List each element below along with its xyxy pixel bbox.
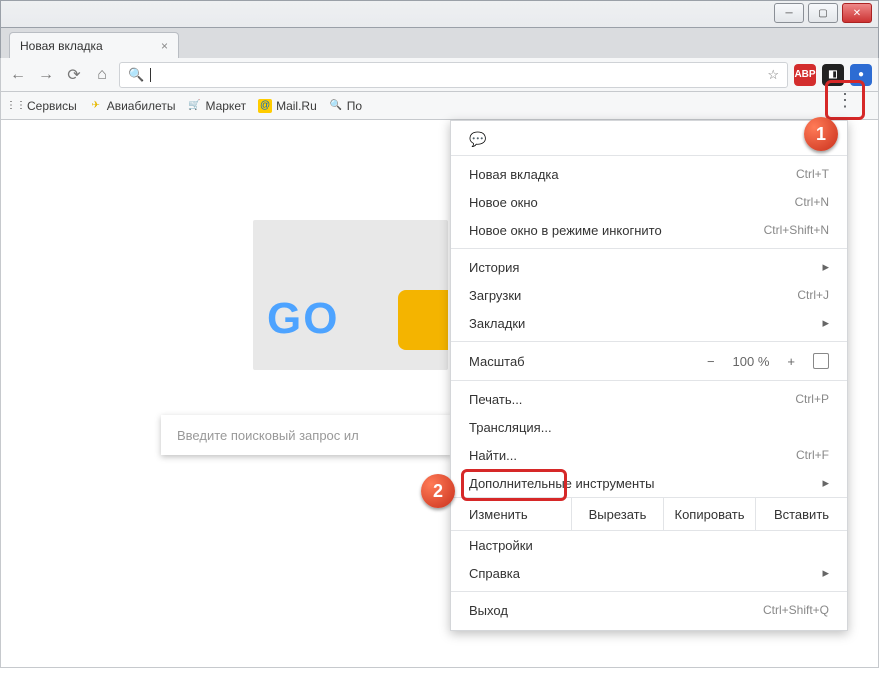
back-button[interactable]: ← xyxy=(7,64,29,86)
menu-cast[interactable]: Трансляция... xyxy=(451,413,847,441)
menu-find-shortcut: Ctrl+F xyxy=(796,448,829,462)
menu-edit-label: Изменить xyxy=(451,498,571,530)
bookmark-market[interactable]: 🛒 Маркет xyxy=(187,99,246,113)
search-icon-small: 🔍 xyxy=(329,99,343,113)
bookmarks-apps-label: Сервисы xyxy=(27,99,77,113)
tab-close-icon[interactable]: × xyxy=(161,39,168,53)
menu-print[interactable]: Печать... Ctrl+P xyxy=(451,385,847,413)
apps-grid-icon: ⋮⋮ xyxy=(9,99,23,113)
menu-print-label: Печать... xyxy=(469,392,522,407)
chrome-menu-button[interactable]: ⋮ xyxy=(836,94,854,107)
bookmark-mailru[interactable]: @ Mail.Ru xyxy=(258,99,317,113)
page-content: GO Введите поисковый запрос ил 💬 Новая в… xyxy=(0,120,879,668)
menu-new-window[interactable]: Новое окно Ctrl+N xyxy=(451,188,847,216)
text-cursor xyxy=(150,68,151,82)
window-maximize-button[interactable]: ▢ xyxy=(808,3,838,23)
window-minimize-button[interactable]: ─ xyxy=(774,3,804,23)
menu-cast-label: Трансляция... xyxy=(469,420,552,435)
menu-exit-shortcut: Ctrl+Shift+Q xyxy=(763,603,829,617)
menu-find[interactable]: Найти... Ctrl+F xyxy=(451,441,847,469)
callout-highlight-2 xyxy=(461,469,567,501)
callout-highlight-1: ⋮ xyxy=(825,80,865,120)
bookmark-avia-label: Авиабилеты xyxy=(107,99,176,113)
tab-strip: Новая вкладка × xyxy=(0,28,879,58)
home-button[interactable]: ⌂ xyxy=(91,64,113,86)
menu-edit-row: Изменить Вырезать Копировать Вставить xyxy=(451,497,847,531)
bookmark-mailru-label: Mail.Ru xyxy=(276,99,317,113)
doodle-play-icon xyxy=(398,290,448,350)
menu-separator xyxy=(451,341,847,342)
menu-copy-button[interactable]: Копировать xyxy=(663,498,755,530)
bookmark-star-icon[interactable]: ☆ xyxy=(767,67,779,83)
window-close-button[interactable]: ✕ xyxy=(842,3,872,23)
menu-bookmarks[interactable]: Закладки ▸ xyxy=(451,309,847,337)
plane-icon: ✈ xyxy=(89,99,103,113)
search-placeholder: Введите поисковый запрос ил xyxy=(177,428,359,443)
callout-badge-1: 1 xyxy=(804,117,838,151)
doodle-text: GO xyxy=(267,294,339,344)
menu-separator xyxy=(451,155,847,156)
menu-incognito-label: Новое окно в режиме инкогнито xyxy=(469,223,662,238)
google-doodle[interactable]: GO xyxy=(253,220,448,370)
menu-incognito[interactable]: Новое окно в режиме инкогнито Ctrl+Shift… xyxy=(451,216,847,244)
menu-new-tab-label: Новая вкладка xyxy=(469,167,559,182)
menu-exit[interactable]: Выход Ctrl+Shift+Q xyxy=(451,596,847,624)
zoom-value: 100 % xyxy=(733,354,770,369)
zoom-in-button[interactable]: + xyxy=(787,354,795,369)
tab-title: Новая вкладка xyxy=(20,39,103,53)
submenu-arrow-icon: ▸ xyxy=(822,475,829,491)
menu-find-label: Найти... xyxy=(469,448,517,463)
menu-zoom: Масштаб − 100 % + xyxy=(451,346,847,376)
menu-help[interactable]: Справка ▸ xyxy=(451,559,847,587)
menu-paste-button[interactable]: Вставить xyxy=(755,498,847,530)
cart-icon: 🛒 xyxy=(187,99,201,113)
forward-button[interactable]: → xyxy=(35,64,57,86)
menu-history-label: История xyxy=(469,260,519,275)
menu-downloads[interactable]: Загрузки Ctrl+J xyxy=(451,281,847,309)
window-titlebar: ─ ▢ ✕ xyxy=(0,0,879,28)
chrome-main-menu: 💬 Новая вкладка Ctrl+T Новое окно Ctrl+N… xyxy=(450,120,848,631)
menu-history[interactable]: История ▸ xyxy=(451,253,847,281)
menu-downloads-shortcut: Ctrl+J xyxy=(797,288,829,302)
bookmark-po[interactable]: 🔍 По xyxy=(329,99,362,113)
browser-toolbar: ← → ⟳ ⌂ 🔍 ☆ ABP ◧ ● xyxy=(0,58,879,92)
menu-new-tab[interactable]: Новая вкладка Ctrl+T xyxy=(451,160,847,188)
menu-print-shortcut: Ctrl+P xyxy=(795,392,829,406)
google-search-box[interactable]: Введите поисковый запрос ил xyxy=(161,415,451,455)
menu-help-label: Справка xyxy=(469,566,520,581)
menu-exit-label: Выход xyxy=(469,603,508,618)
bookmark-market-label: Маркет xyxy=(205,99,246,113)
submenu-arrow-icon: ▸ xyxy=(822,259,829,275)
menu-incognito-shortcut: Ctrl+Shift+N xyxy=(764,223,829,237)
menu-zoom-label: Масштаб xyxy=(469,354,525,369)
menu-new-tab-shortcut: Ctrl+T xyxy=(796,167,829,181)
submenu-arrow-icon: ▸ xyxy=(822,565,829,581)
fullscreen-icon[interactable] xyxy=(813,353,829,369)
bookmark-po-label: По xyxy=(347,99,362,113)
reload-button[interactable]: ⟳ xyxy=(63,64,85,86)
menu-disabled-item: 💬 xyxy=(451,127,847,151)
search-icon: 🔍 xyxy=(128,67,144,83)
zoom-out-button[interactable]: − xyxy=(707,354,715,369)
menu-settings-label: Настройки xyxy=(469,538,533,553)
menu-new-window-shortcut: Ctrl+N xyxy=(795,195,829,209)
menu-separator xyxy=(451,380,847,381)
extension-abp-icon[interactable]: ABP xyxy=(794,64,816,86)
menu-bookmarks-label: Закладки xyxy=(469,316,525,331)
bookmark-avia[interactable]: ✈ Авиабилеты xyxy=(89,99,176,113)
browser-tab[interactable]: Новая вкладка × xyxy=(9,32,179,58)
address-bar[interactable]: 🔍 ☆ xyxy=(119,62,788,88)
submenu-arrow-icon: ▸ xyxy=(822,315,829,331)
menu-settings[interactable]: Настройки xyxy=(451,531,847,559)
menu-cut-button[interactable]: Вырезать xyxy=(571,498,663,530)
menu-new-window-label: Новое окно xyxy=(469,195,538,210)
callout-badge-2: 2 xyxy=(421,474,455,508)
bookmarks-bar: ⋮⋮ Сервисы ✈ Авиабилеты 🛒 Маркет @ Mail.… xyxy=(0,92,879,120)
menu-separator xyxy=(451,591,847,592)
menu-downloads-label: Загрузки xyxy=(469,288,521,303)
bookmarks-apps[interactable]: ⋮⋮ Сервисы xyxy=(9,99,77,113)
menu-separator xyxy=(451,248,847,249)
mailru-icon: @ xyxy=(258,99,272,113)
